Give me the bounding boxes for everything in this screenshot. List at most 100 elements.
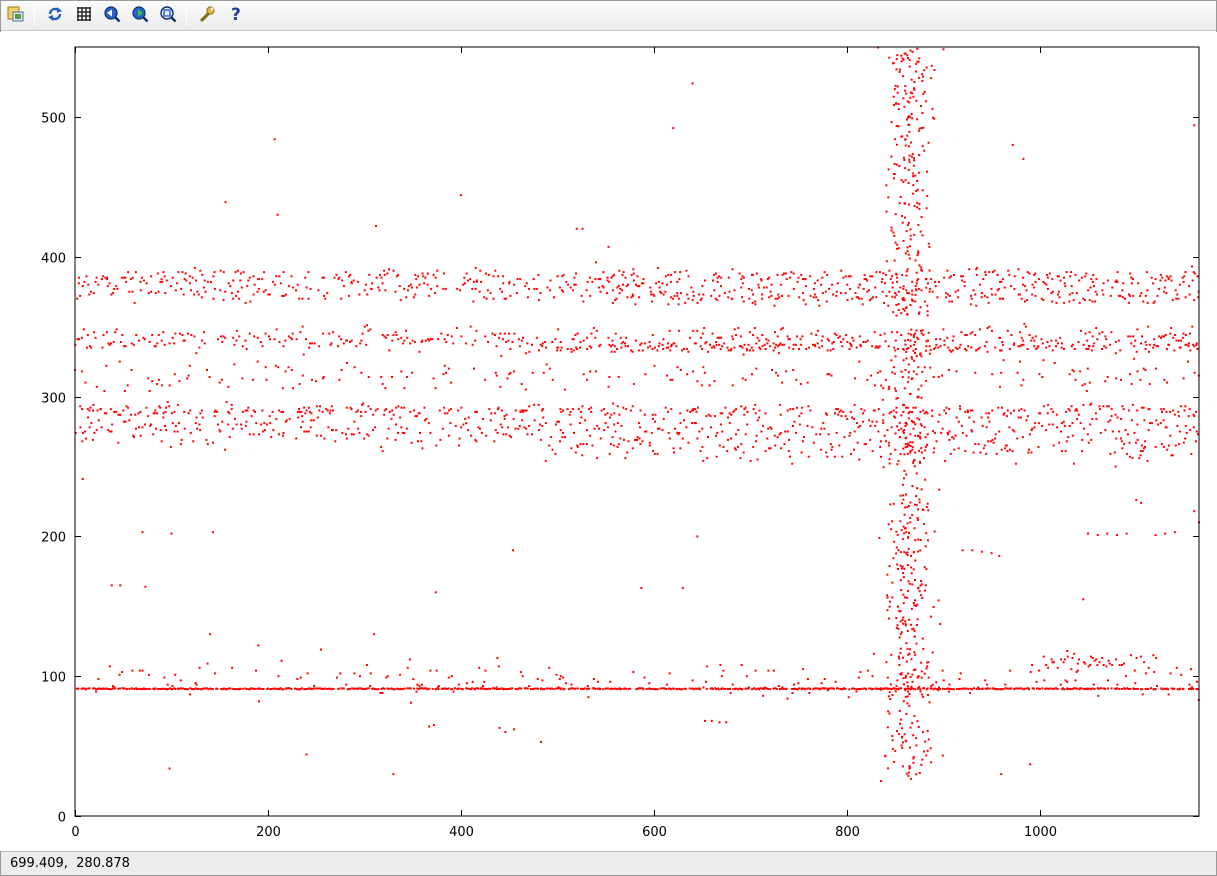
data-point bbox=[908, 582, 911, 585]
data-point bbox=[607, 385, 610, 388]
data-point bbox=[383, 269, 386, 272]
zoom-next-button[interactable] bbox=[129, 5, 151, 27]
data-point bbox=[889, 683, 892, 686]
data-point bbox=[686, 293, 689, 296]
data-point bbox=[872, 687, 875, 690]
data-point bbox=[833, 687, 835, 690]
data-point bbox=[379, 692, 382, 694]
data-point bbox=[750, 688, 753, 691]
data-point bbox=[784, 272, 787, 275]
data-point bbox=[1195, 440, 1197, 443]
data-point bbox=[636, 275, 639, 278]
data-point bbox=[921, 693, 924, 696]
data-point bbox=[165, 406, 168, 409]
data-point bbox=[1169, 672, 1172, 675]
data-point bbox=[656, 452, 659, 455]
data-point bbox=[602, 688, 605, 691]
data-point bbox=[725, 721, 728, 724]
help-button[interactable]: ? bbox=[225, 5, 247, 27]
data-point bbox=[1038, 688, 1041, 690]
data-point bbox=[796, 335, 799, 338]
data-point bbox=[922, 92, 925, 95]
data-point bbox=[894, 84, 897, 87]
data-point bbox=[164, 410, 167, 413]
data-point bbox=[896, 624, 899, 627]
data-point bbox=[615, 297, 618, 300]
data-point bbox=[403, 687, 406, 690]
data-point bbox=[1133, 669, 1136, 672]
data-point bbox=[918, 590, 921, 593]
data-point bbox=[250, 415, 253, 418]
data-point bbox=[1188, 342, 1190, 345]
data-point bbox=[1115, 377, 1118, 380]
data-point bbox=[919, 352, 922, 355]
data-point bbox=[909, 228, 912, 231]
data-point bbox=[498, 726, 501, 729]
data-point bbox=[910, 658, 913, 661]
data-point bbox=[190, 289, 192, 292]
data-point bbox=[1087, 441, 1090, 444]
data-point bbox=[1175, 666, 1178, 669]
data-point bbox=[1109, 452, 1112, 455]
data-point bbox=[1193, 371, 1196, 374]
options-button[interactable] bbox=[196, 5, 218, 27]
data-point bbox=[906, 506, 909, 509]
data-point bbox=[519, 671, 522, 673]
data-point bbox=[922, 409, 925, 412]
export-button[interactable] bbox=[5, 5, 27, 27]
data-point bbox=[892, 409, 895, 412]
data-point bbox=[569, 286, 572, 289]
data-point bbox=[470, 434, 472, 437]
data-point bbox=[648, 341, 651, 343]
plot-area[interactable]: 0 200 400 600 800 1000 0 100 200 300 400 500 bbox=[0, 32, 1217, 851]
data-point bbox=[427, 422, 430, 425]
data-point bbox=[716, 431, 719, 434]
data-point bbox=[296, 410, 299, 413]
data-point bbox=[1104, 687, 1107, 690]
data-point bbox=[917, 587, 920, 590]
zoom-previous-button[interactable] bbox=[101, 5, 123, 27]
replot-button[interactable] bbox=[44, 5, 66, 27]
data-point bbox=[892, 95, 895, 98]
data-point bbox=[914, 348, 917, 350]
data-point bbox=[991, 373, 994, 376]
data-point bbox=[129, 278, 132, 281]
data-point bbox=[766, 437, 769, 440]
data-point bbox=[667, 410, 670, 413]
data-point bbox=[895, 406, 898, 409]
data-point bbox=[276, 687, 279, 690]
data-point bbox=[537, 273, 540, 276]
data-point bbox=[525, 409, 528, 412]
zoom-autoscale-button[interactable] bbox=[157, 5, 179, 27]
data-point bbox=[514, 427, 517, 430]
data-point bbox=[213, 415, 216, 418]
data-point bbox=[919, 306, 922, 309]
data-point bbox=[824, 290, 827, 293]
scatter-chart[interactable]: 0 200 400 600 800 10000100200300400500 bbox=[0, 32, 1217, 851]
data-point bbox=[929, 349, 932, 352]
data-point bbox=[1153, 300, 1156, 303]
data-point bbox=[1162, 419, 1165, 422]
data-point bbox=[394, 290, 397, 293]
data-point bbox=[847, 275, 850, 278]
data-point bbox=[808, 692, 811, 694]
data-point bbox=[1181, 336, 1184, 339]
data-point bbox=[893, 104, 895, 106]
data-point bbox=[1162, 408, 1165, 411]
data-point bbox=[902, 239, 905, 242]
data-point bbox=[857, 286, 860, 289]
data-point bbox=[1102, 664, 1105, 666]
data-point bbox=[421, 447, 424, 450]
data-point bbox=[1042, 655, 1045, 658]
data-point bbox=[916, 618, 919, 621]
data-point bbox=[806, 424, 809, 427]
data-point bbox=[409, 283, 412, 286]
data-point bbox=[562, 676, 565, 679]
data-point bbox=[733, 289, 736, 292]
data-point bbox=[201, 409, 203, 412]
data-point bbox=[879, 370, 882, 373]
grid-button[interactable] bbox=[73, 5, 95, 27]
data-point bbox=[926, 687, 929, 690]
data-point bbox=[955, 370, 958, 373]
data-point bbox=[1078, 658, 1080, 661]
